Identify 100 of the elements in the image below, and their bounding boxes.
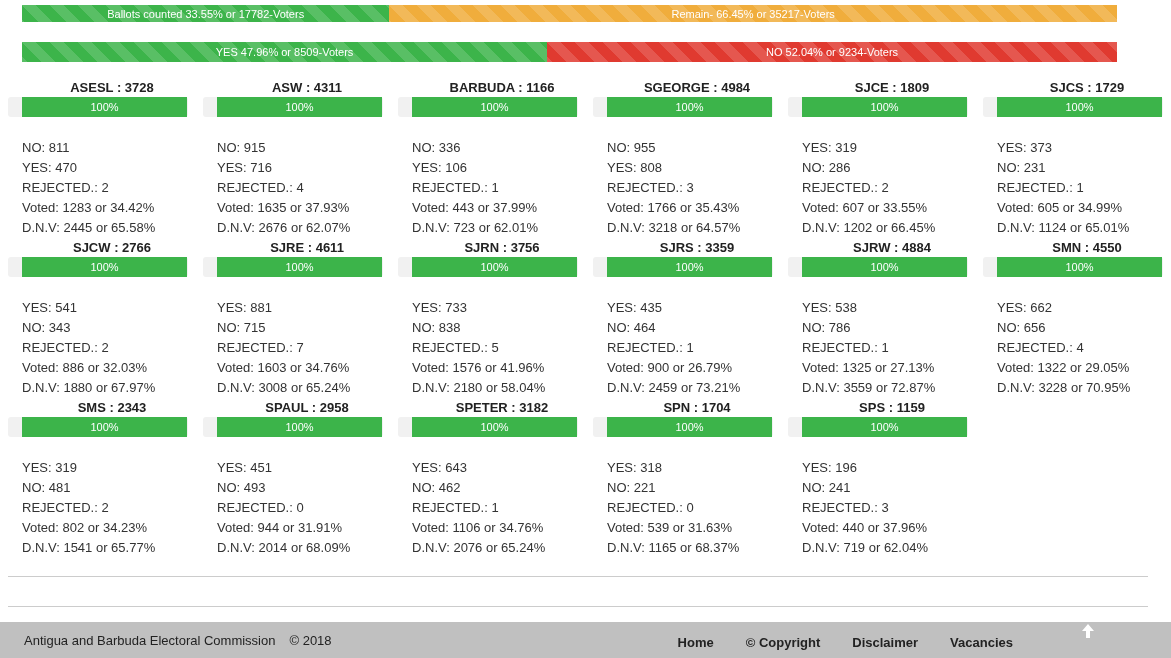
result-text: YES: 662 [997,299,1053,317]
constituency-title: ASW : 4311 [270,79,344,97]
result-text: Voted: 605 or 34.99% [997,199,1124,217]
result-text: D.N.V: 2676 or 62.07% [217,219,352,237]
result-text: REJECTED.: 1 [997,179,1085,197]
result-text: NO: 286 [802,159,852,177]
result-text: NO: 241 [802,479,852,497]
result-text: Voted: 802 or 34.23% [22,519,149,537]
constituency-title: SJRW : 4884 [852,239,932,257]
result-text: REJECTED.: 4 [997,339,1085,357]
result-text: YES: 435 [607,299,663,317]
result-text: D.N.V: 2014 or 68.09% [217,539,352,557]
progress-segment: Remain- 66.45% or 35217-Voters [389,5,1117,22]
result-text: D.N.V: 2459 or 73.21% [607,379,742,397]
result-text: YES: 881 [217,299,273,317]
result-text: NO: 493 [217,479,267,497]
progress-fill: 100% [997,257,1162,277]
result-text: NO: 915 [217,139,267,157]
progress-fill: 100% [607,257,772,277]
result-text: REJECTED.: 4 [217,179,305,197]
result-text: D.N.V: 1165 or 68.37% [607,539,741,557]
progress-fill: 100% [22,257,187,277]
result-text: D.N.V: 3218 or 64.57% [607,219,742,237]
result-text: REJECTED.: 7 [217,339,305,357]
result-text: YES: 733 [412,299,468,317]
result-text: REJECTED.: 1 [412,179,500,197]
result-text: REJECTED.: 2 [22,499,110,517]
result-text: Voted: 1635 or 37.93% [217,199,351,217]
constituency-title: SJRS : 3359 [658,239,736,257]
result-text: D.N.V: 2076 or 65.24% [412,539,547,557]
result-text: YES: 196 [802,459,858,477]
progress-fill: 100% [802,417,967,437]
constituency-title: ASESL : 3728 [69,79,155,97]
result-text: Voted: 1576 or 41.96% [412,359,546,377]
progress-fill: 100% [997,97,1162,117]
result-text: YES: 318 [607,459,663,477]
result-text: Voted: 886 or 32.03% [22,359,149,377]
up-arrow-icon[interactable] [1082,624,1094,638]
result-text: REJECTED.: 1 [412,499,500,517]
progress-segment: YES 47.96% or 8509-Voters [22,42,548,62]
progress-segment: NO 52.04% or 9234-Voters [547,42,1117,62]
result-text: Voted: 900 or 26.79% [607,359,734,377]
result-text: NO: 464 [607,319,657,337]
result-text: YES: 451 [217,459,273,477]
footer-link[interactable]: Vacancies [950,634,1013,650]
result-text: YES: 716 [217,159,273,177]
result-text: REJECTED.: 2 [22,339,110,357]
copyright-text: © 2018 [289,632,332,648]
progress-fill: 100% [217,257,382,277]
footer-link[interactable]: Home [677,634,714,650]
result-text: Voted: 1283 or 34.42% [22,199,156,217]
result-text: YES: 319 [802,139,858,157]
constituency-title: SPS : 1159 [858,399,926,417]
result-text: NO: 715 [217,319,267,337]
result-text: NO: 786 [802,319,852,337]
constituency-title: SGEORGE : 4984 [642,79,752,97]
result-text: YES: 538 [802,299,858,317]
constituency-title: SPN : 1704 [662,399,732,417]
progress-fill: 100% [412,257,577,277]
result-text: NO: 462 [412,479,462,497]
progress-fill: 100% [22,417,187,437]
result-text: YES: 808 [607,159,663,177]
result-text: REJECTED.: 2 [802,179,890,197]
progress-fill: 100% [412,417,577,437]
constituency-title: BARBUDA : 1166 [448,79,556,97]
result-text: REJECTED.: 3 [802,499,890,517]
progress-fill: 100% [217,417,382,437]
result-text: REJECTED.: 3 [607,179,695,197]
result-text: YES: 470 [22,159,78,177]
constituency-title: SPAUL : 2958 [264,399,350,417]
constituency-title: SJCE : 1809 [853,79,931,97]
result-text: D.N.V: 1124 or 65.01% [997,219,1131,237]
constituency-title: SJRN : 3756 [463,239,541,257]
progress-fill: 100% [412,97,577,117]
result-text: D.N.V: 2180 or 58.04% [412,379,547,397]
progress-fill: 100% [22,97,187,117]
progress-segment: Ballots counted 33.55% or 17782-Voters [22,5,390,22]
organization-name: Antigua and Barbuda Electoral Commission [24,632,276,648]
constituency-title: SJCS : 1729 [1048,79,1126,97]
result-text: REJECTED.: 1 [802,339,890,357]
result-text: NO: 336 [412,139,462,157]
result-text: REJECTED.: 0 [607,499,695,517]
result-text: Voted: 1325 or 27.13% [802,359,936,377]
constituency-title: SPETER : 3182 [454,399,550,417]
result-text: REJECTED.: 5 [412,339,500,357]
result-text: D.N.V: 723 or 62.01% [412,219,539,237]
result-text: Voted: 944 or 31.91% [217,519,344,537]
result-text: D.N.V: 1880 or 67.97% [22,379,157,397]
result-text: REJECTED.: 1 [607,339,695,357]
result-text: D.N.V: 3559 or 72.87% [802,379,937,397]
result-text: Voted: 1106 or 34.76% [412,519,545,537]
result-text: Voted: 440 or 37.96% [802,519,929,537]
progress-fill: 100% [607,417,772,437]
footer-link[interactable]: © Copyright [745,634,821,650]
constituency-title: SJRE : 4611 [269,239,345,257]
footer-link[interactable]: Disclaimer [852,634,919,650]
result-text: NO: 656 [997,319,1047,337]
progress-fill: 100% [802,97,967,117]
constituency-title: SMS : 2343 [76,399,148,417]
result-text: D.N.V: 3008 or 65.24% [217,379,352,397]
